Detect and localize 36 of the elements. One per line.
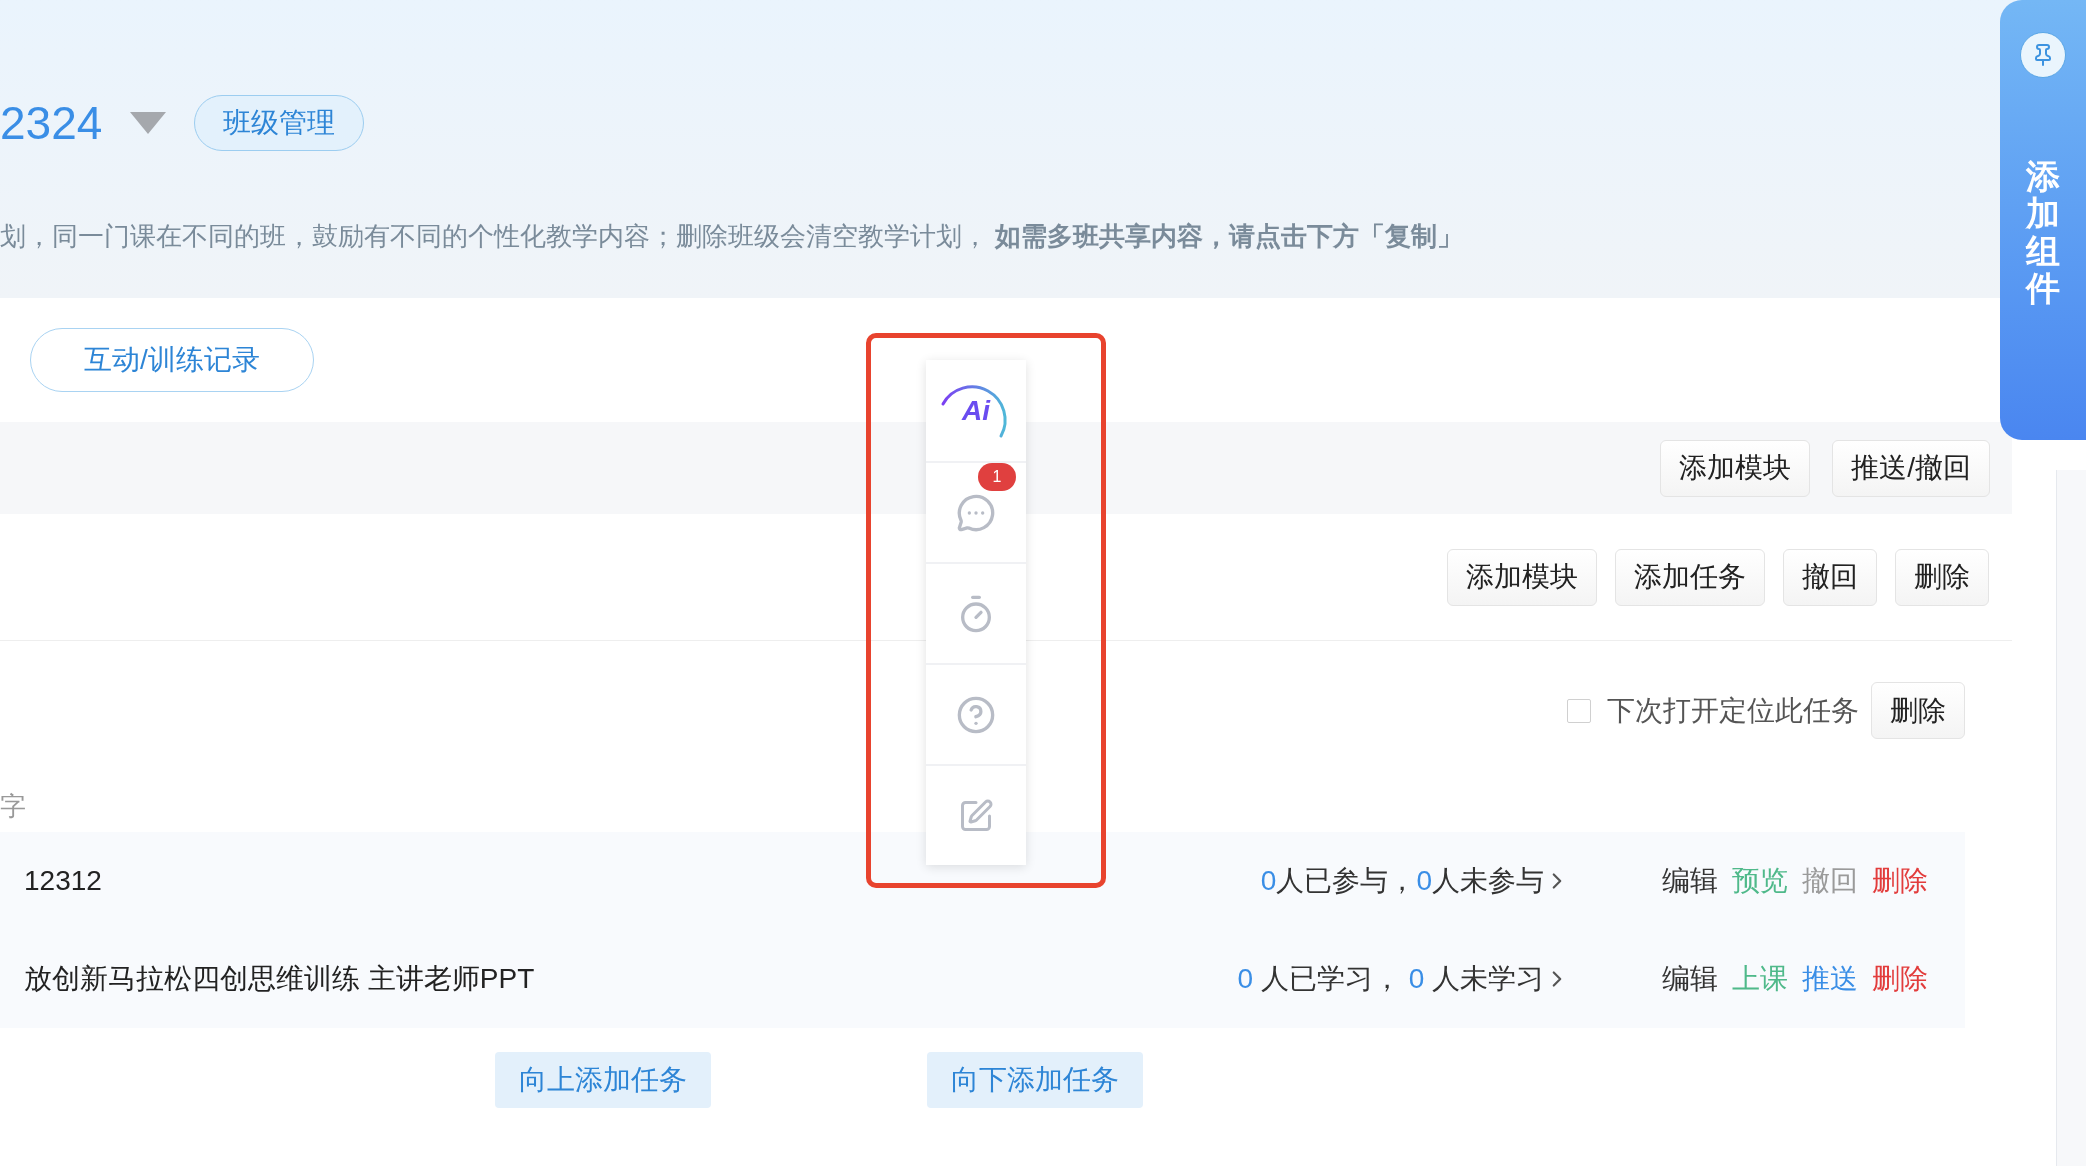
pin-button[interactable]: [2020, 32, 2066, 78]
record-button[interactable]: 互动/训练记录: [30, 328, 314, 392]
row-action-link[interactable]: 删除: [1872, 958, 1928, 1000]
side-tab[interactable]: 添加组件: [2000, 0, 2086, 440]
class-title: 2324: [0, 100, 103, 146]
row-action-link[interactable]: 编辑: [1662, 958, 1718, 1000]
column-label: 字: [0, 789, 26, 823]
edit-icon: [958, 797, 994, 834]
chat-icon: [956, 492, 996, 533]
task-title: 放创新马拉松四创思维训练 主讲老师PPT: [24, 962, 535, 996]
ai-logo: Ai: [962, 393, 990, 428]
add-task-button[interactable]: 向上添加任务: [495, 1052, 711, 1108]
module-action-button[interactable]: 添加任务: [1615, 548, 1765, 606]
module-action-button[interactable]: 添加模块: [1447, 548, 1597, 606]
toolbar-item[interactable]: Ai: [926, 360, 1026, 461]
module-bar-button[interactable]: 添加模块: [1660, 439, 1811, 497]
checkbox-label: 下次打开定位此任务: [1607, 693, 1859, 728]
row-action-link[interactable]: 推送: [1802, 958, 1858, 1000]
module-action-button[interactable]: 撤回: [1783, 548, 1877, 606]
participation-link[interactable]: 0 人已学习， 0 人未学习: [1237, 958, 1570, 1000]
module-bar-button[interactable]: 推送/撤回: [1832, 439, 1990, 497]
row-action-link[interactable]: 删除: [1872, 860, 1928, 902]
toolbar-item[interactable]: 1: [926, 461, 1026, 562]
participation-link[interactable]: 0人已参与，0人未参与: [1260, 860, 1570, 902]
module-action-button[interactable]: 删除: [1895, 548, 1989, 606]
help-icon: [956, 694, 996, 735]
task-title: 12312: [24, 864, 102, 898]
notice-text: 划，同一门课在不同的班，鼓励有不同的个性化教学内容；删除班级会清空教学计划， 如需多班共享内容，请点击下方「复制」: [0, 220, 1464, 253]
notification-badge: 1: [978, 462, 1016, 491]
row-action-link[interactable]: 编辑: [1662, 860, 1718, 902]
delete-button[interactable]: 删除: [1871, 682, 1965, 739]
side-tab-label: 添加组件: [2026, 158, 2060, 308]
checkbox[interactable]: [1567, 698, 1591, 723]
dropdown-caret-icon[interactable]: [130, 112, 167, 134]
add-task-button[interactable]: 向下添加任务: [927, 1052, 1143, 1108]
class-manage-button[interactable]: 班级管理: [194, 95, 365, 151]
